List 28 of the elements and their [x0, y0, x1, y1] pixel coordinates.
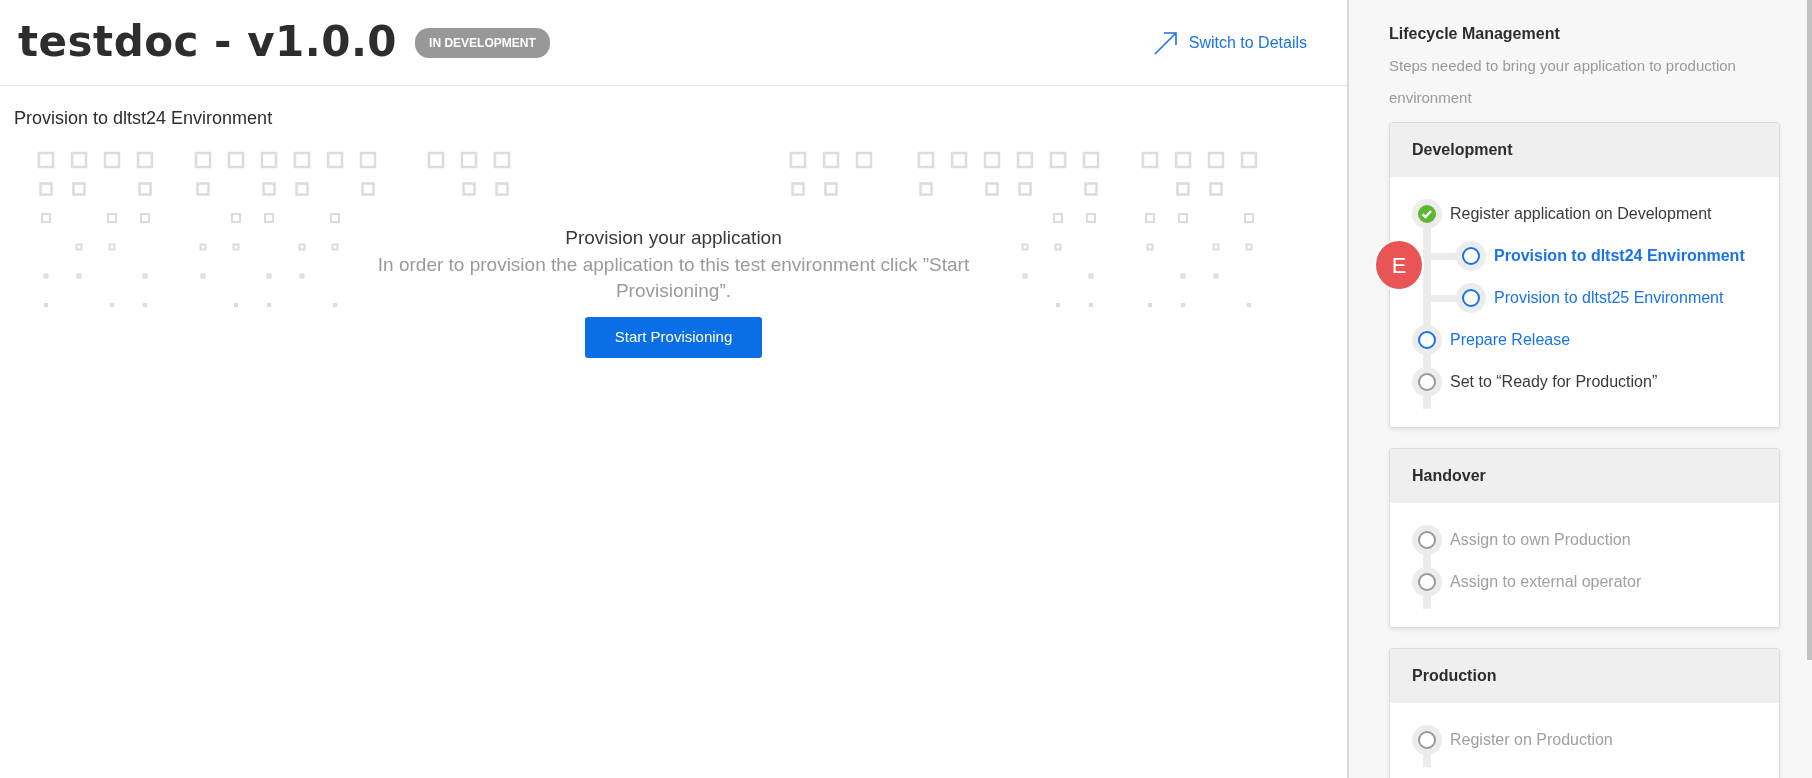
- sidebar-title: Lifecycle Management: [1389, 24, 1561, 44]
- stage-title: Handover: [1390, 449, 1779, 503]
- step-link[interactable]: Set to “Ready for Production”: [1450, 370, 1658, 394]
- step-link[interactable]: Prepare Release: [1450, 328, 1571, 352]
- step-link[interactable]: Provision to dltst25 Environment: [1494, 286, 1724, 310]
- empty-state-heading: Provision your application: [565, 225, 782, 250]
- step-link[interactable]: Assign to external operator: [1450, 570, 1642, 594]
- switch-to-details-link[interactable]: Switch to Details: [1152, 29, 1307, 56]
- step-circle-icon: [1412, 725, 1442, 755]
- sidebar-subtitle: Steps needed to bring your application to production environment: [1389, 56, 1737, 108]
- step-link[interactable]: Assign to own Production: [1450, 528, 1631, 552]
- start-provisioning-button[interactable]: Start Provisioning: [584, 317, 763, 358]
- stage-title: Development: [1390, 123, 1779, 177]
- page-title: testdoc - v1.0.0: [18, 17, 398, 68]
- empty-state-message: In order to provision the application to this test environment click ”Start Provisioning”.: [376, 253, 971, 303]
- check-circle-icon: [1412, 199, 1442, 229]
- stage-title: Production: [1390, 649, 1779, 703]
- step-circle-icon: [1412, 525, 1442, 555]
- step-link[interactable]: Register application on Development: [1450, 202, 1712, 226]
- step-circle-icon: [1456, 241, 1486, 271]
- marker-badge: E: [1374, 239, 1424, 291]
- step-link[interactable]: Provision to dltst24 Environment: [1494, 244, 1745, 268]
- step-circle-icon: [1456, 283, 1486, 313]
- section-title: Provision to dltst24 Environment: [13, 107, 274, 130]
- status-badge: IN DEVELOPMENT: [415, 27, 550, 58]
- diagonal-arrow-icon: [1152, 29, 1179, 56]
- step-link[interactable]: Register on Production: [1450, 728, 1613, 752]
- scrollbar[interactable]: [1807, 0, 1812, 660]
